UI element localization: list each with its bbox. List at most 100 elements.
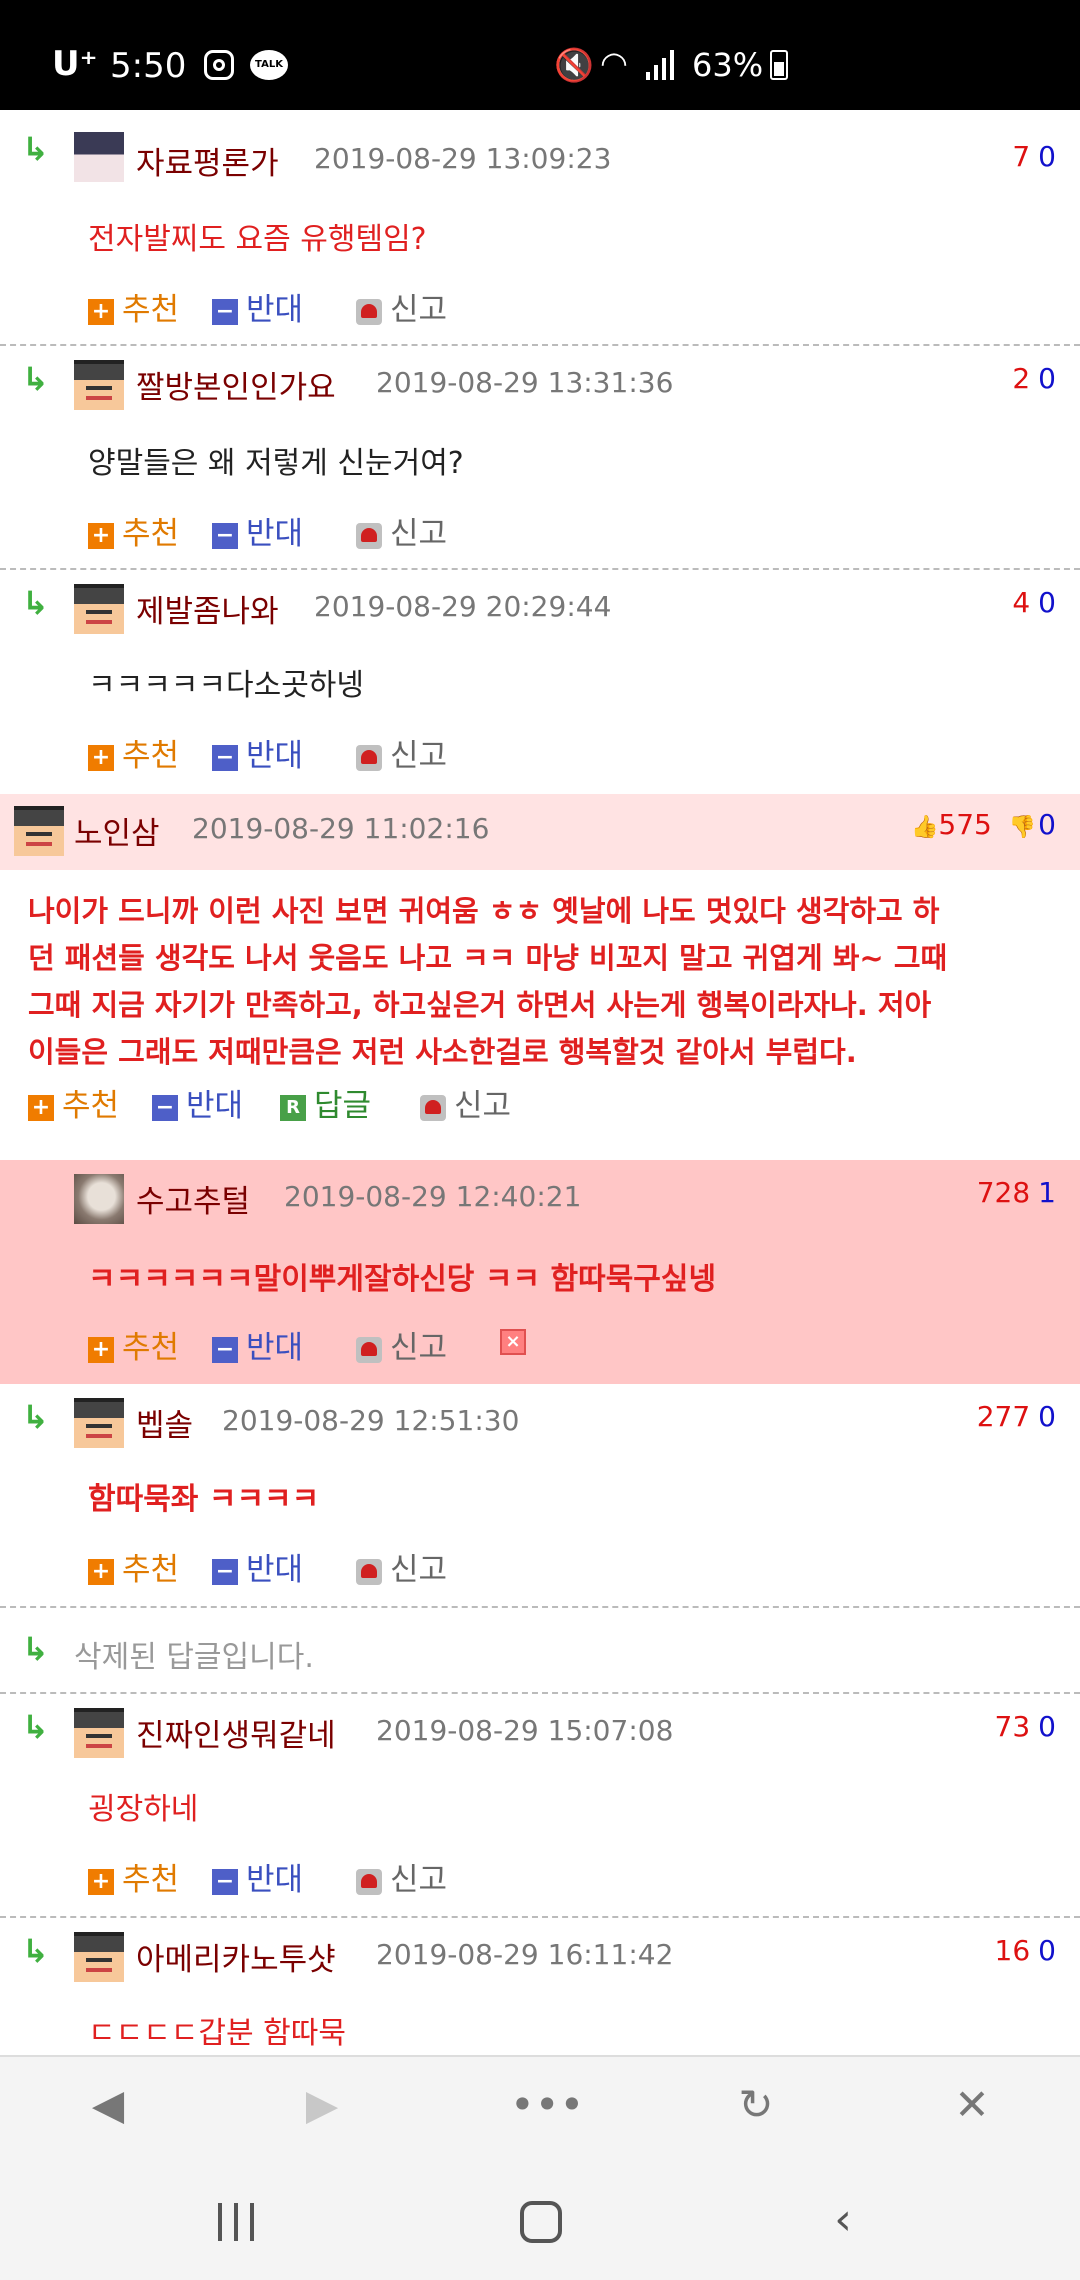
comment-author[interactable]: 자료평론가	[136, 138, 279, 183]
siren-icon	[356, 1868, 382, 1895]
reply-arrow-icon: ↳	[22, 1708, 49, 1746]
vote-counts: 20	[1012, 362, 1056, 395]
reply-comment: ↳ 벱솔 2019-08-29 12:51:30 277 0 함따묵좌 ㅋㅋㅋㅋ …	[0, 1386, 1080, 1608]
siren-icon	[356, 1558, 382, 1585]
plus-icon: +	[88, 1336, 114, 1363]
recommend-button[interactable]: + 추천	[88, 284, 179, 329]
oppose-button[interactable]: − 반대	[152, 1080, 243, 1125]
report-button[interactable]: 신고	[356, 1322, 447, 1367]
recommend-button[interactable]: + 추천	[88, 1854, 179, 1899]
comment-author[interactable]: 아메리카노투샷	[136, 1934, 336, 1979]
upvote-count: 73	[994, 1710, 1031, 1743]
recommend-button[interactable]: + 추천	[28, 1080, 119, 1125]
thumbs-down-icon: 👎	[1008, 815, 1037, 840]
best-comment: 노인삼 2019-08-29 11:02:16 👍575 👎0	[0, 794, 1080, 870]
battery-icon	[770, 50, 788, 80]
recommend-button[interactable]: + 추천	[88, 1322, 179, 1367]
recommend-label: 추천	[122, 1862, 180, 1898]
reply-arrow-icon: ↳	[22, 1630, 49, 1668]
browser-toolbar: ◀ ▶ ••• ↻ ✕	[0, 2055, 1080, 2155]
vote-counts: 70	[1012, 140, 1056, 173]
comment-text: ㅋㅋㅋㅋㅋㅋ말이뿌게잘하신당 ㅋㅋ 함따묵구싶넹	[88, 1262, 717, 1297]
forward-arrow-icon[interactable]: ▶	[292, 2075, 352, 2135]
reply-label: 답글	[314, 1088, 372, 1124]
comment-text: ㄷㄷㄷㄷ갑분 함따묵	[88, 2016, 346, 2051]
back-arrow-icon[interactable]: ◀	[78, 2075, 138, 2135]
reply-comment: 수고추털 2019-08-29 12:40:21 728 1 ㅋㅋㅋㅋㅋㅋ말이뿌게…	[0, 1160, 1080, 1384]
comment-author[interactable]: 짤방본인인가요	[136, 362, 336, 407]
oppose-button[interactable]: − 반대	[212, 730, 303, 775]
report-button[interactable]: 신고	[356, 508, 447, 553]
more-icon[interactable]: •••	[510, 2075, 584, 2135]
vote-counts: 728 1	[977, 1176, 1056, 1209]
report-button[interactable]: 신고	[356, 284, 447, 329]
downvote-count: 0	[1038, 1710, 1056, 1743]
report-label: 신고	[390, 1552, 448, 1588]
avatar	[74, 584, 124, 634]
refresh-icon[interactable]: ↻	[726, 2075, 786, 2135]
upvote-count: 2	[1012, 362, 1031, 395]
recommend-label: 추천	[122, 516, 180, 552]
comment-date: 2019-08-29 16:11:42	[376, 1938, 674, 1971]
minus-icon: −	[212, 298, 238, 325]
avatar	[74, 1398, 124, 1448]
report-button[interactable]: 신고	[356, 1854, 447, 1899]
recommend-button[interactable]: + 추천	[88, 1544, 179, 1589]
vote-counts: 277 0	[977, 1400, 1056, 1433]
downvote-count: 0	[1038, 586, 1056, 619]
comment-author[interactable]: 제발좀나와	[136, 586, 279, 631]
comment-line: 나이가 드니까 이런 사진 보면 귀여움 ㅎㅎ 옛날에 나도 멋있다 생각하고 …	[28, 894, 940, 928]
comment-author[interactable]: 노인삼	[74, 808, 160, 853]
report-label: 신고	[390, 1330, 448, 1366]
comment-author[interactable]: 벱솔	[136, 1400, 193, 1445]
upvote-count: 575	[938, 808, 992, 841]
comment-line: 이들은 그래도 저때만큼은 저런 사소한걸로 행복할것 같아서 부럽다.	[28, 1035, 857, 1069]
oppose-button[interactable]: − 반대	[212, 1854, 303, 1899]
upvote-count: 7	[1012, 140, 1031, 173]
reply-arrow-icon: ↳	[22, 130, 49, 168]
oppose-button[interactable]: − 반대	[212, 284, 303, 329]
siren-icon	[356, 1336, 382, 1363]
comment-line: 그때 지금 자기가 만족하고, 하고싶은거 하면서 사는게 행복이라자나. 저아	[28, 988, 932, 1022]
recent-apps-icon[interactable]	[218, 2203, 258, 2241]
oppose-button[interactable]: − 반대	[212, 508, 303, 553]
recommend-label: 추천	[122, 292, 180, 328]
downvote-count: 0	[1038, 140, 1056, 173]
deleted-notice: 삭제된 답글입니다.	[74, 1640, 314, 1675]
signal-icon	[646, 50, 674, 80]
clock: 5:50	[110, 46, 187, 86]
home-icon[interactable]	[520, 2201, 562, 2243]
report-label: 신고	[454, 1088, 512, 1124]
downvote-count: 0	[1038, 1400, 1056, 1433]
plus-icon: +	[28, 1094, 54, 1121]
reply-comment: ↳ 짤방본인인가요 2019-08-29 13:31:36 20 양말들은 왜 …	[0, 348, 1080, 570]
oppose-label: 반대	[246, 738, 304, 774]
delete-button[interactable]: ×	[500, 1322, 534, 1358]
recommend-button[interactable]: + 추천	[88, 730, 179, 775]
close-icon[interactable]: ✕	[942, 2075, 1002, 2135]
report-button[interactable]: 신고	[356, 730, 447, 775]
best-comment-body: 나이가 드니까 이런 사진 보면 귀여움 ㅎㅎ 옛날에 나도 멋있다 생각하고 …	[0, 870, 1080, 1124]
minus-icon: −	[212, 1558, 238, 1585]
report-label: 신고	[390, 738, 448, 774]
system-nav-bar: ‹	[0, 2155, 1080, 2280]
upvote-count: 4	[1012, 586, 1031, 619]
oppose-button[interactable]: − 반대	[212, 1544, 303, 1589]
reply-comment: ↳ 진짜인생뭐같네 2019-08-29 15:07:08 73 0 굉장하네 +…	[0, 1696, 1080, 1918]
comment-author[interactable]: 수고추털	[136, 1176, 250, 1221]
plus-icon: +	[88, 744, 114, 771]
report-button[interactable]: 신고	[356, 1544, 447, 1589]
reply-icon: R	[280, 1094, 306, 1121]
back-icon[interactable]: ‹	[808, 2185, 878, 2255]
recommend-button[interactable]: + 추천	[88, 508, 179, 553]
oppose-label: 반대	[246, 516, 304, 552]
reply-button[interactable]: R 답글	[280, 1080, 371, 1125]
comment-date: 2019-08-29 13:09:23	[314, 142, 612, 175]
instagram-icon	[204, 50, 234, 80]
oppose-button[interactable]: − 반대	[212, 1322, 303, 1367]
report-button[interactable]: 신고	[420, 1080, 511, 1125]
plus-icon: +	[88, 1868, 114, 1895]
avatar	[74, 132, 124, 182]
reply-comment: ↳ 제발좀나와 2019-08-29 20:29:44 40 ㅋㅋㅋㅋㅋ다소곳하…	[0, 572, 1080, 794]
comment-author[interactable]: 진짜인생뭐같네	[136, 1710, 336, 1755]
